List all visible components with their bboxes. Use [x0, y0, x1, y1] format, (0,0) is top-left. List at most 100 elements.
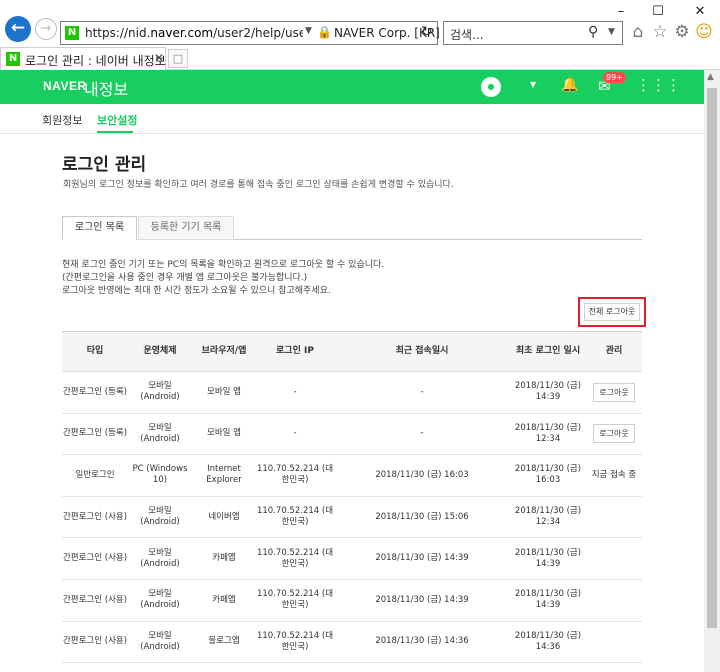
- search-dropdown-icon[interactable]: ▼: [608, 27, 615, 37]
- lock-icon[interactable]: 🔒: [317, 25, 332, 39]
- cell-os: 모바일 (Android): [128, 537, 192, 580]
- browser-chrome: – ☐ ✕ ← → N https://nid.naver.com/user2/…: [0, 0, 720, 70]
- address-dropdown-icon[interactable]: ▼: [305, 26, 312, 36]
- lnb-item-member-info[interactable]: 회원정보: [42, 112, 82, 128]
- cell-ip: 110.70.52.214 (대한민국): [256, 537, 334, 580]
- cell-browser: 카페앱: [192, 537, 256, 580]
- avatar[interactable]: ●: [481, 77, 501, 97]
- logout-all-button[interactable]: 전체 로그아웃: [584, 303, 640, 321]
- note-line: (간편로그인을 사용 중인 경우 개별 앱 로그아웃은 불가능합니다.): [62, 273, 308, 283]
- cell-type: 간편로그인 (사용): [62, 621, 128, 664]
- apps-grid-icon[interactable]: ⋮⋮⋮: [636, 76, 681, 94]
- close-window-icon[interactable]: ✕: [690, 4, 710, 19]
- maximize-icon[interactable]: ☐: [648, 4, 668, 19]
- address-bar[interactable]: N https://nid.naver.com/user2/help/userL…: [60, 21, 440, 45]
- cell-os: 모바일 (Android): [128, 621, 192, 664]
- search-icon[interactable]: ⚲: [588, 24, 598, 40]
- cell-manage: [586, 621, 642, 664]
- cell-browser: 모바일 앱: [192, 371, 256, 414]
- star-icon[interactable]: ☆: [649, 22, 671, 42]
- cell-os: 모바일 (Android): [128, 579, 192, 622]
- cell-ip: 110.70.52.214 (대한민국): [256, 621, 334, 664]
- cell-type: 간편로그인 (사용): [62, 496, 128, 539]
- cell-first-login: 2018/11/30 (금) 14:39: [510, 579, 586, 622]
- scroll-up-icon[interactable]: ▲: [707, 72, 714, 82]
- search-placeholder: 검색...: [450, 28, 484, 42]
- forward-arrow-icon[interactable]: →: [35, 18, 57, 40]
- current-session-label: 지금 접속 중: [591, 469, 637, 480]
- cell-recent: 2018/11/30 (금) 16:03: [334, 454, 510, 497]
- home-icon[interactable]: ⌂: [627, 22, 649, 42]
- url-text[interactable]: https://nid.naver.com/user2/help/userLog…: [85, 26, 303, 40]
- cell-type: 간편로그인 (사용): [62, 537, 128, 580]
- table-header-row: 타입 운영체제 브라우저/앱 로그인 IP 최근 접속일시 최초 로그인 일시 …: [62, 331, 642, 372]
- back-arrow-icon[interactable]: ←: [5, 16, 31, 42]
- service-name[interactable]: 내정보: [84, 76, 128, 100]
- refresh-icon[interactable]: ↻: [421, 24, 433, 40]
- header-manage: 관리: [586, 331, 642, 372]
- browser-search-box[interactable]: 검색... ⚲ ▼: [443, 21, 623, 45]
- active-tab-underline: [97, 131, 133, 133]
- cell-recent: 2018/11/30 (금) 14:39: [334, 537, 510, 580]
- naver-favicon-icon: N: [65, 26, 79, 40]
- cell-os: 모바일 (Android): [128, 413, 192, 456]
- lnb-item-security[interactable]: 보안설정: [97, 112, 137, 128]
- table-row: 간편로그인 (사용) 모바일 (Android) 카페앱 110.70.52.214 …: [62, 579, 642, 622]
- page-description: 회원님의 로그인 정보를 확인하고 여러 경로를 통해 접속 중인 로그인 상태…: [63, 180, 454, 190]
- cell-manage: 로그아웃: [586, 371, 642, 414]
- cell-ip: -: [256, 413, 334, 456]
- browser-tab[interactable]: N 로그인 관리 : 네이버 내정보 ✕: [0, 47, 166, 70]
- tab-favicon-icon: N: [6, 52, 20, 66]
- content-tabs: 로그인 목록 등록한 기기 목록: [62, 216, 642, 240]
- tab-registered-devices[interactable]: 등록한 기기 목록: [138, 216, 234, 240]
- mail-count-badge: 99+: [603, 72, 626, 83]
- header-ip: 로그인 IP: [256, 331, 334, 372]
- table-body: 간편로그인 (등록) 모바일 (Android) 모바일 앱 - -2018/11/30…: [62, 371, 642, 664]
- cell-ip: 110.70.52.214 (대한민국): [256, 579, 334, 622]
- vertical-scrollbar[interactable]: ▲: [704, 70, 720, 672]
- naver-logo[interactable]: NAVER: [43, 79, 87, 93]
- cell-browser: 모바일 앱: [192, 413, 256, 456]
- info-notes: 현재 로그인 중인 기기 또는 PC의 목록을 확인하고 원격으로 로그아웃 할…: [62, 259, 384, 298]
- cell-browser: 블로그앱: [192, 621, 256, 664]
- cell-recent: -: [334, 371, 510, 414]
- smiley-icon[interactable]: ☺: [693, 22, 715, 42]
- page-viewport: NAVER 내정보 ● ▼ 🔔 ✉ 99+ ⋮⋮⋮ 회원정보 보안설정 로그인 …: [0, 70, 704, 672]
- cell-os: PC (Windows 10): [128, 454, 192, 497]
- cell-first-login: 2018/11/30 (금) 12:34: [510, 496, 586, 539]
- cell-recent: 2018/11/30 (금) 15:06: [334, 496, 510, 539]
- header-type: 타입: [62, 331, 128, 372]
- cell-first-login: 2018/11/30 (금) 14:39: [510, 537, 586, 580]
- row-logout-button[interactable]: 로그아웃: [593, 424, 635, 444]
- table-row: 간편로그인 (사용) 모바일 (Android) 카페앱 110.70.52.214 …: [62, 537, 642, 580]
- chevron-down-icon[interactable]: ▼: [530, 80, 536, 89]
- global-nav-bar: NAVER 내정보 ● ▼ 🔔 ✉ 99+ ⋮⋮⋮: [0, 70, 704, 104]
- cell-type: 일반로그인: [62, 454, 128, 497]
- table-row: 간편로그인 (등록) 모바일 (Android) 모바일 앱 - -2018/11/30…: [62, 371, 642, 414]
- cell-browser: 네이버앱: [192, 496, 256, 539]
- cell-os: 모바일 (Android): [128, 371, 192, 414]
- cell-manage: [586, 496, 642, 539]
- new-tab-icon[interactable]: □: [168, 49, 188, 68]
- row-logout-button[interactable]: 로그아웃: [593, 382, 635, 402]
- cell-ip: 110.70.52.214 (대한민국): [256, 454, 334, 497]
- url-prefix: https://nid.: [85, 26, 151, 40]
- cell-manage: 로그아웃: [586, 413, 642, 456]
- tab-title: 로그인 관리 : 네이버 내정보: [25, 54, 166, 68]
- cell-manage: [586, 537, 642, 580]
- header-browser: 브라우저/앱: [192, 331, 256, 372]
- cell-browser: 카페앱: [192, 579, 256, 622]
- gear-icon[interactable]: ⚙: [671, 22, 693, 42]
- header-os: 운영체제: [128, 331, 192, 372]
- table-row: 일반로그인 PC (Windows 10) Internet Explorer 110…: [62, 454, 642, 497]
- bell-icon[interactable]: 🔔: [561, 77, 578, 93]
- page-title: 로그인 관리: [62, 155, 147, 175]
- highlight-box: 전체 로그아웃: [578, 297, 646, 327]
- scrollbar-thumb[interactable]: [707, 88, 717, 628]
- cell-browser: Internet Explorer: [192, 454, 256, 497]
- url-path: /user2/help/userLoginLo: [213, 26, 303, 40]
- minimize-icon[interactable]: –: [611, 4, 631, 19]
- close-tab-icon[interactable]: ✕: [154, 51, 164, 65]
- tab-login-list[interactable]: 로그인 목록: [62, 216, 137, 240]
- cell-first-login: 2018/11/30 (금) 14:36: [510, 621, 586, 664]
